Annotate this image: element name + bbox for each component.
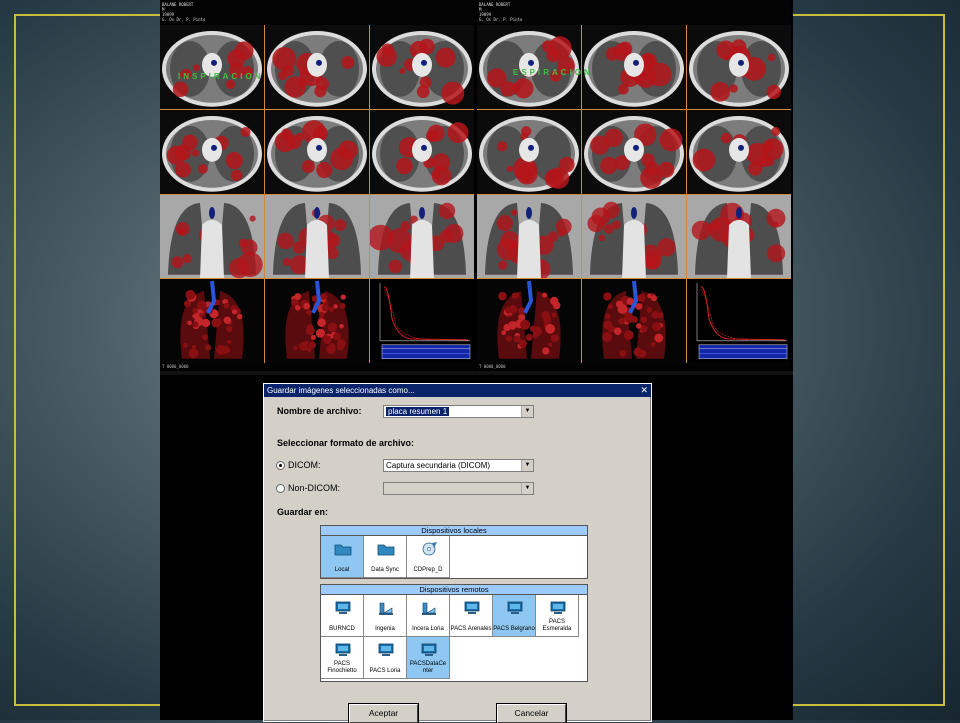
coronal-ct-image[interactable] (370, 194, 474, 279)
device-label: Local (334, 567, 350, 573)
chevron-down-icon[interactable]: ▼ (521, 460, 533, 471)
dicom-radio[interactable] (276, 461, 285, 470)
dialog-titlebar[interactable]: Guardar imágenes seleccionadas como... ✕ (264, 384, 651, 397)
patient-header: BALANE ROBERT M 19899 G. Os Dr. P. Pinto (479, 2, 522, 22)
sequence-label: INSPIRACION (178, 72, 264, 81)
axial-ct-image[interactable] (370, 109, 474, 194)
monitor-icon (334, 601, 352, 615)
device-label: Ingenia (375, 626, 395, 632)
dicom-format-value: Captura secundaria (DICOM) (386, 461, 491, 470)
axial-ct-image[interactable] (582, 109, 686, 194)
filename-combo[interactable]: placa resumen 1 ▼ (383, 405, 534, 418)
remote-devices-group: Dispositivos remotos BURNCD Ingenia Incera… (320, 584, 588, 682)
inspiration-panel: BALANE ROBERT M 19899 G. Os Dr. P. Pinto (160, 0, 474, 371)
device-tile[interactable]: BURNCD (321, 595, 364, 637)
chevron-down-icon[interactable]: ▼ (521, 483, 533, 494)
coronal-ct-image[interactable] (477, 194, 581, 279)
device-label: Incera Loria (412, 626, 444, 632)
monitor-icon (420, 643, 438, 657)
volume-render-image[interactable] (477, 279, 581, 363)
expiration-panel: BALANE ROBERT M 19899 G. Os Dr. P. Pinto (477, 0, 791, 371)
monitor-icon (506, 601, 524, 615)
monitor-icon (549, 601, 567, 615)
folder-icon (334, 542, 352, 556)
axial-ct-image[interactable] (265, 109, 369, 194)
dialog-title: Guardar imágenes seleccionadas como... (267, 386, 415, 395)
scanner-icon (377, 601, 395, 615)
remote-devices-list: BURNCD Ingenia Incera Loria PACS Arenales PA… (321, 595, 587, 679)
device-tile[interactable]: PACS Loria (364, 637, 407, 679)
volume-render-image[interactable] (582, 279, 686, 363)
dicom-label: DICOM: (288, 460, 321, 470)
filename-value[interactable]: placa resumen 1 (386, 407, 450, 416)
nondicom-label: Non-DICOM: (288, 483, 341, 493)
device-tile[interactable]: PACSDataCe nter (407, 637, 450, 679)
monitor-icon (463, 601, 481, 615)
coronal-ct-image[interactable] (160, 194, 264, 279)
remote-devices-header: Dispositivos remotos (321, 585, 587, 595)
patient-header: BALANE ROBERT M 19899 G. Os Dr. P. Pinto (162, 2, 205, 22)
scanner-icon (420, 601, 438, 615)
chevron-down-icon[interactable]: ▼ (521, 406, 533, 417)
axial-ct-image[interactable] (370, 25, 474, 109)
device-label: Data Sync (371, 567, 399, 573)
device-label: PACSDataCe nter (409, 661, 447, 674)
local-devices-list: Local Data Sync CDPrep_D (321, 536, 587, 578)
axial-ct-image[interactable] (160, 109, 264, 194)
physician: G. Os Dr. P. Pinto (479, 17, 523, 22)
accept-button[interactable]: Aceptar (349, 704, 418, 723)
divider (160, 371, 793, 375)
device-label: PACS Arenales (450, 626, 492, 632)
axial-ct-image[interactable] (477, 25, 581, 109)
save-images-dialog: Guardar imágenes seleccionadas como... ✕… (263, 383, 652, 723)
device-label: PACS Belgrano (493, 626, 535, 632)
device-tile[interactable]: Ingenia (364, 595, 407, 637)
device-tile[interactable]: PACS Belgrano (493, 595, 536, 637)
device-label: CDPrep_D (413, 567, 443, 573)
axial-ct-image[interactable] (582, 25, 686, 109)
device-label: PACS Esmeralda (542, 619, 572, 632)
coronal-ct-image[interactable] (582, 194, 686, 279)
nondicom-radio[interactable] (276, 484, 285, 493)
device-tile[interactable]: CDPrep_D (407, 536, 450, 578)
format-label: Seleccionar formato de archivo: (277, 438, 415, 448)
device-tile[interactable]: PACS Arenales (450, 595, 493, 637)
device-label: BURNCD (329, 626, 355, 632)
device-label: PACS Loria (369, 668, 401, 674)
nondicom-format-select[interactable]: ▼ (383, 482, 534, 495)
save-in-label: Guardar en: (277, 507, 329, 517)
physician: G. Os Dr. P. Pinto (162, 17, 206, 22)
axial-ct-image[interactable] (265, 25, 369, 109)
monitor-icon (334, 643, 352, 657)
monitor-icon (377, 643, 395, 657)
local-devices-header: Dispositivos locales (321, 526, 587, 536)
axial-ct-image[interactable] (160, 25, 264, 109)
coronal-ct-image[interactable] (687, 194, 791, 279)
close-icon[interactable]: ✕ (640, 384, 648, 397)
device-tile[interactable]: Incera Loria (407, 595, 450, 637)
cd-icon (420, 542, 438, 556)
axial-ct-image[interactable] (687, 25, 791, 109)
folder-icon (377, 542, 395, 556)
volume-render-image[interactable] (265, 279, 369, 363)
device-label: PACS Finochietto (327, 661, 357, 674)
local-devices-group: Dispositivos locales Local Data Sync CDPre… (320, 525, 588, 579)
device-tile[interactable]: PACS Esmeralda (536, 595, 579, 637)
axial-ct-image[interactable] (477, 109, 581, 194)
device-tile[interactable]: Local (321, 536, 364, 578)
axial-ct-image[interactable] (687, 109, 791, 194)
density-curve-graph[interactable] (370, 279, 474, 363)
filename-label: Nombre de archivo: (277, 406, 362, 416)
device-tile[interactable]: Data Sync (364, 536, 407, 578)
coronal-ct-image[interactable] (265, 194, 369, 279)
dicom-format-select[interactable]: Captura secundaria (DICOM) ▼ (383, 459, 534, 472)
density-curve-graph[interactable] (687, 279, 791, 363)
panel-footer: T 0000_0000 (479, 364, 506, 369)
sequence-label: ESPIRACION (513, 68, 593, 77)
device-tile[interactable]: PACS Finochietto (321, 637, 364, 679)
panel-footer: T 0000_0000 (162, 364, 189, 369)
cancel-button[interactable]: Cancelar (497, 704, 566, 723)
volume-render-image[interactable] (160, 279, 264, 363)
